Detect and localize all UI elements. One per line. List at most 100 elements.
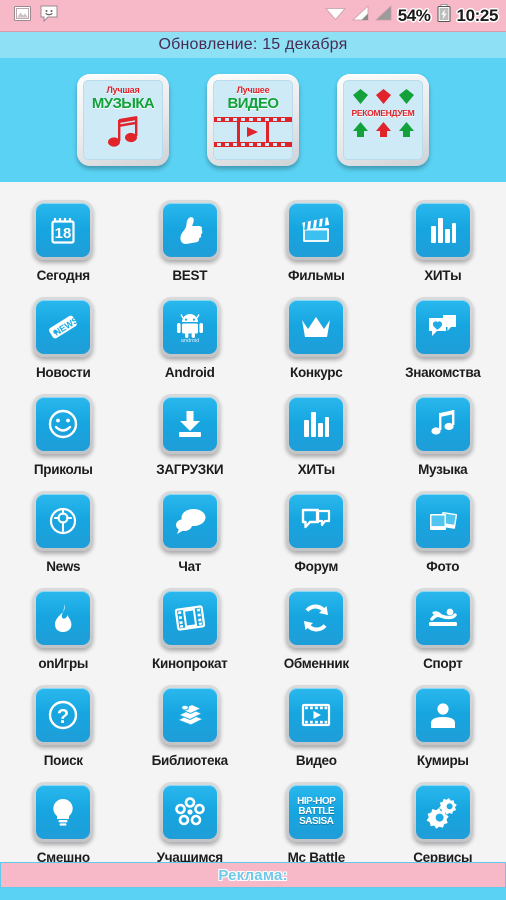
svg-text:android: android (181, 338, 199, 344)
grid-item-news[interactable]: News (0, 487, 127, 584)
promo-video-top-text: Лучшее (236, 85, 270, 95)
tile-bg: NEWS (33, 297, 94, 357)
tile-bg: ? (33, 685, 94, 745)
grid-item-prikoly[interactable]: Приколы (0, 390, 127, 487)
battery-percent-label: 54% (397, 5, 431, 25)
svg-text:?: ? (57, 706, 69, 728)
signal-sim1-icon (351, 5, 369, 26)
ad-banner[interactable]: Реклама: (0, 862, 506, 888)
grid-item-mc-battle[interactable]: HIP-HOP BATTLE SASISA Mc Battle (253, 778, 380, 875)
tile-bg (412, 491, 473, 551)
grid-label: ХИТы (424, 268, 462, 283)
film-reel-icon (173, 601, 207, 635)
promo-recommended-tile[interactable]: РЕКОМЕНДУЕМ (337, 74, 429, 166)
promo-recommended-inner: РЕКОМЕНДУЕМ (343, 80, 423, 160)
film-strip-play-icon (214, 117, 292, 152)
gallery-icon (14, 5, 31, 26)
grid-label: News (46, 559, 81, 574)
app-icon-grid: 18 Сегодня BEST Фильмы ХИТы NEWS Новости… (0, 182, 506, 875)
grid-item-obmennik[interactable]: Обменник (253, 584, 380, 681)
wifi-icon (324, 5, 346, 26)
calendar-18-icon: 18 (46, 213, 80, 247)
grid-label: Поиск (43, 753, 83, 768)
clock-label: 10:25 (456, 5, 499, 25)
tile-bg (159, 588, 220, 648)
grid-item-biblioteka[interactable]: Библиотека (127, 681, 254, 778)
footer-strip (0, 888, 506, 900)
grid-label: BEST (172, 268, 208, 283)
grid-label: Обменник (283, 656, 349, 671)
tile-bg (286, 685, 347, 745)
grid-item-foto[interactable]: Фото (380, 487, 506, 584)
svg-text:18: 18 (55, 225, 72, 242)
grid-item-zagruzki[interactable]: ЗАГРУЗКИ (127, 390, 254, 487)
ad-banner-label: Реклама: (218, 866, 288, 884)
grid-item-video[interactable]: Видео (253, 681, 380, 778)
promo-music-top-text: Лучшая (106, 85, 140, 95)
mcb-line-3: SASISA (299, 816, 334, 828)
grid-item-smeshno[interactable]: Смешно (0, 778, 127, 875)
tile-bg (159, 685, 220, 745)
tile-bg (286, 491, 347, 551)
tile-bg (159, 394, 220, 454)
update-header-title: Обновление: 15 декабря (158, 36, 348, 53)
grid-label: ЗАГРУЗКИ (156, 462, 224, 477)
tile-bg: 18 (33, 200, 94, 260)
refresh-cycle-icon (299, 601, 333, 635)
gears-icon (426, 795, 460, 829)
grid-item-hity-1[interactable]: ХИТы (380, 196, 506, 293)
promo-banner: Лучшая МУЗЫКА Лучшее ВИДЕО РЕКОМЕНДУЕМ (0, 58, 506, 182)
grid-label: Фото (426, 559, 460, 574)
grid-item-konkurs[interactable]: Конкурс (253, 293, 380, 390)
grid-item-znakomstva[interactable]: Знакомства (380, 293, 506, 390)
tile-bg (159, 782, 220, 842)
tile-bg: android (159, 297, 220, 357)
grid-item-sport[interactable]: Спорт (380, 584, 506, 681)
grid-label: Форум (294, 559, 339, 574)
bar-chart-icon (426, 213, 460, 247)
grid-item-segodnya[interactable]: 18 Сегодня (0, 196, 127, 293)
grid-label: Сегодня (36, 268, 91, 283)
grid-item-muzyka[interactable]: Музыка (380, 390, 506, 487)
grid-item-servisy[interactable]: Сервисы (380, 778, 506, 875)
grid-item-filmy[interactable]: Фильмы (253, 196, 380, 293)
promo-music-main-text: МУЗЫКА (91, 95, 155, 112)
question-circle-icon: ? (46, 698, 80, 732)
promo-best-video-tile[interactable]: Лучшее ВИДЕО (207, 74, 299, 166)
grid-item-chat[interactable]: Чат (127, 487, 254, 584)
grid-item-kumiry[interactable]: Кумиры (380, 681, 506, 778)
grid-label: Библиотека (151, 753, 228, 768)
battery-charging-icon (437, 4, 451, 27)
promo-recommended-label: РЕКОМЕНДУЕМ (351, 108, 415, 118)
speech-bubbles-filled-icon (173, 504, 207, 538)
grid-item-forum[interactable]: Форум (253, 487, 380, 584)
grid-item-onigry[interactable]: onИгры (0, 584, 127, 681)
smiley-face-icon (46, 407, 80, 441)
grid-label: Чат (178, 559, 202, 574)
grid-item-novosti[interactable]: NEWS Новости (0, 293, 127, 390)
compass-target-icon (46, 504, 80, 538)
promo-best-music-tile[interactable]: Лучшая МУЗЫКА (77, 74, 169, 166)
grid-item-best[interactable]: BEST (127, 196, 254, 293)
grid-item-uchashchimsya[interactable]: Учащимся (127, 778, 254, 875)
grid-label: Спорт (423, 656, 463, 671)
grid-item-kinoprokat[interactable]: Кинопрокат (127, 584, 254, 681)
swimmer-icon (426, 601, 460, 635)
person-bust-icon (426, 698, 460, 732)
grid-label: onИгры (38, 656, 89, 671)
status-bar-left-icons (14, 5, 58, 27)
photos-stack-icon (426, 504, 460, 538)
crown-icon (299, 310, 333, 344)
tile-bg (286, 200, 347, 260)
hip-hop-battle-text-icon: HIP-HOP BATTLE SASISA (297, 796, 336, 828)
news-tag-icon: NEWS (46, 310, 80, 344)
tile-bg: HIP-HOP BATTLE SASISA (286, 782, 347, 842)
grid-item-poisk[interactable]: ? Поиск (0, 681, 127, 778)
tile-bg (412, 782, 473, 842)
grid-item-android[interactable]: android Android (127, 293, 254, 390)
status-bar: 54% 10:25 (0, 0, 506, 32)
grid-label: Музыка (418, 462, 468, 477)
tile-bg (33, 491, 94, 551)
grid-item-hity-2[interactable]: ХИТы (253, 390, 380, 487)
tile-bg (33, 588, 94, 648)
